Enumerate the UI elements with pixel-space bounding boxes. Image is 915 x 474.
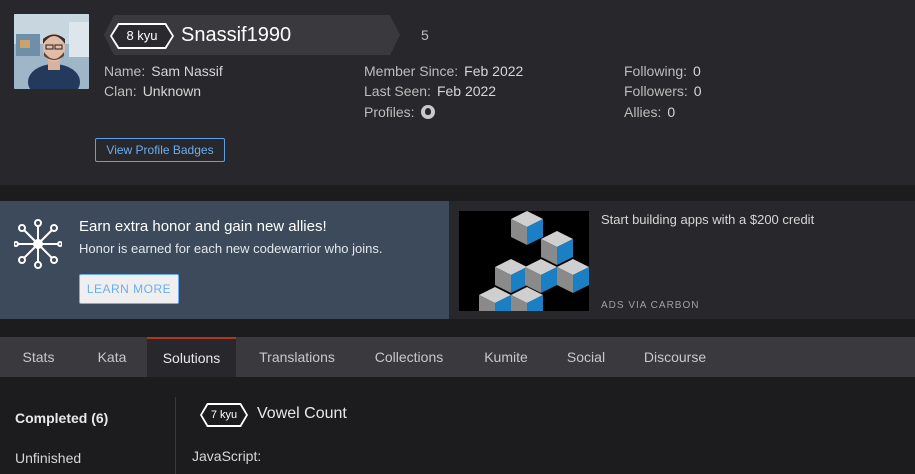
name-field: Name: Sam Nassif [104,62,223,80]
last-seen-value: Feb 2022 [436,83,497,99]
member-since-field: Member Since: Feb 2022 [364,62,523,80]
name-value: Sam Nassif [151,63,223,79]
tab-stats[interactable]: Stats [0,337,77,377]
ad-image[interactable] [459,211,589,311]
allies-value: 0 [667,104,676,120]
clan-label: Clan: [104,83,137,99]
tab-kata[interactable]: Kata [77,337,147,377]
tab-collections[interactable]: Collections [358,337,460,377]
last-seen-field: Last Seen: Feb 2022 [364,82,496,100]
rank-badge-label: 8 kyu [112,25,172,47]
rank-badge: 8 kyu [110,23,174,49]
clan-value: Unknown [142,83,202,99]
view-profile-badges-button[interactable]: View Profile Badges [95,138,225,162]
promo-subtitle: Honor is earned for each new codewarrior… [79,241,383,256]
following-label: Following: [624,63,688,79]
tab-kumite[interactable]: Kumite [460,337,552,377]
solution-language: JavaScript: [192,448,262,464]
tab-solutions[interactable]: Solutions [147,337,236,377]
profile-tabs: Stats Kata Solutions Translations Collec… [0,337,915,377]
network-icon [14,219,62,269]
honor-count: 5 [421,27,429,43]
name-label: Name: [104,63,146,79]
followers-label: Followers: [624,83,688,99]
following-value: 0 [693,63,701,79]
tab-discourse[interactable]: Discourse [620,337,730,377]
profiles-label: Profiles: [364,104,415,120]
kata-rank-badge: 7 kyu [200,403,248,427]
content-divider [175,397,176,474]
allies-label: Allies: [624,104,662,120]
followers-value: 0 [693,83,702,99]
github-icon[interactable] [420,105,435,119]
kata-rank-label: 7 kyu [202,405,246,425]
kata-title[interactable]: Vowel Count [257,405,347,423]
avatar[interactable] [14,14,89,89]
member-since-label: Member Since: [364,63,459,79]
member-since-value: Feb 2022 [464,63,524,79]
learn-more-button[interactable]: LEARN MORE [79,274,179,304]
username: Snassif1990 [181,24,292,46]
ad-text[interactable]: Start building apps with a $200 credit [601,212,814,227]
sidebar-item-completed[interactable]: Completed (6) [15,410,108,426]
sidebar-item-unfinished[interactable]: Unfinished [15,450,81,466]
tab-social[interactable]: Social [552,337,620,377]
profiles-field: Profiles: [364,103,435,121]
allies-field: Allies: 0 [624,103,675,121]
promo-title: Earn extra honor and gain new allies! [79,218,327,235]
clan-field: Clan: Unknown [104,82,201,100]
last-seen-label: Last Seen: [364,83,431,99]
following-field: Following: 0 [624,62,701,80]
ad-label[interactable]: ADS VIA CARBON [601,300,699,311]
tab-translations[interactable]: Translations [236,337,358,377]
followers-field: Followers: 0 [624,82,702,100]
